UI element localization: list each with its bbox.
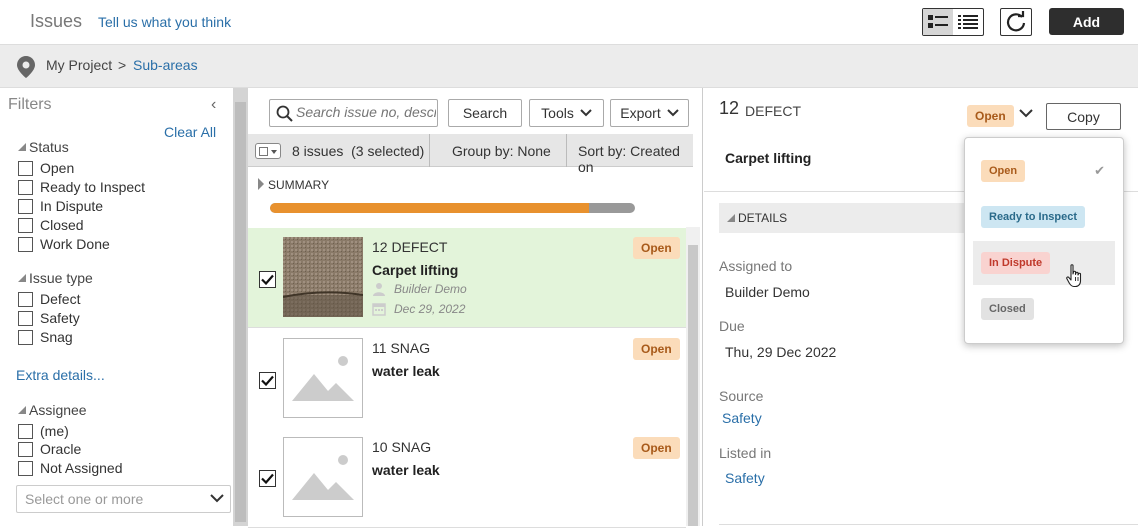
filter-status-closed[interactable]: Closed [18,216,84,234]
status-menu: Open ✔ Ready to Inspect In Dispute Close… [964,137,1124,344]
status-badge: Open [633,237,680,259]
image-placeholder-icon[interactable] [283,338,363,418]
search-icon [276,105,293,122]
due-label: Due [719,318,745,334]
status-progress-bar [270,203,635,213]
chevron-down-icon [210,494,224,503]
listed-in-link[interactable]: Safety [725,470,765,486]
breadcrumb-current[interactable]: Sub-areas [133,57,198,73]
filter-assignee-oracle[interactable]: Oracle [18,440,81,458]
group-by-control[interactable]: Group by: None [452,143,551,159]
feedback-link[interactable]: Tell us what you think [98,14,231,30]
search-input[interactable] [296,104,436,120]
breadcrumb-root[interactable]: My Project [46,57,112,73]
divider [719,524,1138,525]
source-link[interactable]: Safety [722,410,762,426]
sort-by-control[interactable]: Sort by: Created on [578,143,693,175]
issue-count: 8 issues (3 selected) [292,143,425,159]
issue-row[interactable]: 12 DEFECT Carpet lifting Builder Demo De… [248,228,686,328]
add-button[interactable]: Add [1049,8,1124,35]
filter-status-dispute[interactable]: In Dispute [18,197,103,215]
issue-title: Carpet lifting [372,262,459,278]
assigned-to-label: Assigned to [719,258,793,274]
filters-panel: Filters ‹ Clear All Status Open Ready to… [0,88,233,526]
list-detail-icon[interactable] [923,9,953,35]
status-dropdown[interactable]: Open [967,105,1014,127]
filter-type-safety[interactable]: Safety [18,309,80,327]
issue-title: water leak [372,462,440,478]
issue-title: water leak [372,363,440,379]
view-toggle [922,8,984,36]
list-header: 8 issues (3 selected) Group by: None Sor… [248,134,693,175]
tools-button[interactable]: Tools [529,99,604,127]
filter-status-open[interactable]: Open [18,159,74,177]
status-option-in-dispute[interactable]: In Dispute [973,241,1115,285]
issue-assignee: Builder Demo [372,282,467,296]
row-checkbox[interactable] [259,372,276,389]
list-compact-icon[interactable] [953,9,983,35]
copy-button[interactable]: Copy [1046,103,1121,130]
hand-cursor-icon [1066,264,1082,288]
row-checkbox[interactable] [259,271,276,288]
issue-number: 12 DEFECT [372,239,448,255]
assignee-filter-heading[interactable]: Assignee [18,402,87,418]
issue-list-pane: Search Tools Export 8 issues (3 selected… [248,88,703,528]
status-option-ready-to-inspect[interactable]: Ready to Inspect [973,195,1115,239]
calendar-icon [372,303,386,316]
clear-all-link[interactable]: Clear All [164,124,216,140]
filters-title: Filters [8,96,52,113]
filter-status-work-done[interactable]: Work Done [18,235,110,253]
top-bar: Issues Tell us what you think Add [0,0,1138,45]
issue-row[interactable]: 10 SNAG water leak Open [248,428,686,528]
issue-date: Dec 29, 2022 [372,302,465,316]
status-filter-heading[interactable]: Status [18,139,69,155]
list-scrollbar[interactable] [686,227,700,526]
select-all-checkbox[interactable] [255,143,281,159]
status-badge: Open [633,338,680,360]
chevron-down-icon [667,109,679,117]
page-title: Issues [30,11,83,31]
breadcrumb-separator: > [118,57,127,73]
filter-assignee-not-assigned[interactable]: Not Assigned [18,459,123,477]
details-section-toggle[interactable]: DETAILS [719,203,964,233]
search-box[interactable] [269,99,438,127]
refresh-button[interactable] [1000,8,1032,36]
check-icon: ✔ [1094,163,1105,178]
summary-toggle[interactable]: SUMMARY [258,178,329,192]
refresh-icon [1006,11,1026,32]
source-label: Source [719,388,764,404]
status-option-closed[interactable]: Closed [973,287,1115,331]
collapse-left-icon[interactable]: ‹ [211,96,216,114]
filter-type-snag[interactable]: Snag [18,328,73,346]
issue-number: 11 SNAG [372,340,431,356]
detail-number: 12 [719,98,740,118]
issue-row[interactable]: 11 SNAG water leak Open [248,329,686,429]
search-button[interactable]: Search [448,99,522,127]
status-badge: Open [633,437,680,459]
filter-assignee-me[interactable]: (me) [18,422,69,440]
detail-type: DEFECT [745,103,801,119]
carpet-photo-thumbnail[interactable] [282,237,364,317]
listed-in-label: Listed in [719,445,772,461]
chevron-down-icon[interactable] [1019,108,1033,118]
assigned-to-value: Builder Demo [725,284,810,300]
chevron-down-icon [580,109,592,117]
extra-details-link[interactable]: Extra details... [16,367,105,383]
detail-title: Carpet lifting [725,150,812,166]
issue-type-filter-heading[interactable]: Issue type [18,270,93,286]
image-placeholder-icon[interactable] [283,437,363,517]
row-checkbox[interactable] [259,470,276,487]
issue-number: 10 SNAG [372,439,432,455]
assignee-select[interactable]: Select one or more [16,485,231,513]
breadcrumb: My Project > Sub-areas [0,45,1138,88]
person-icon [373,283,385,296]
filter-type-defect[interactable]: Defect [18,290,80,308]
filter-status-ready[interactable]: Ready to Inspect [18,178,145,196]
due-value: Thu, 29 Dec 2022 [725,344,837,360]
filters-scrollbar[interactable] [233,88,248,526]
status-option-open[interactable]: Open ✔ [973,149,1115,193]
location-pin-icon [17,56,35,78]
export-button[interactable]: Export [610,99,689,127]
